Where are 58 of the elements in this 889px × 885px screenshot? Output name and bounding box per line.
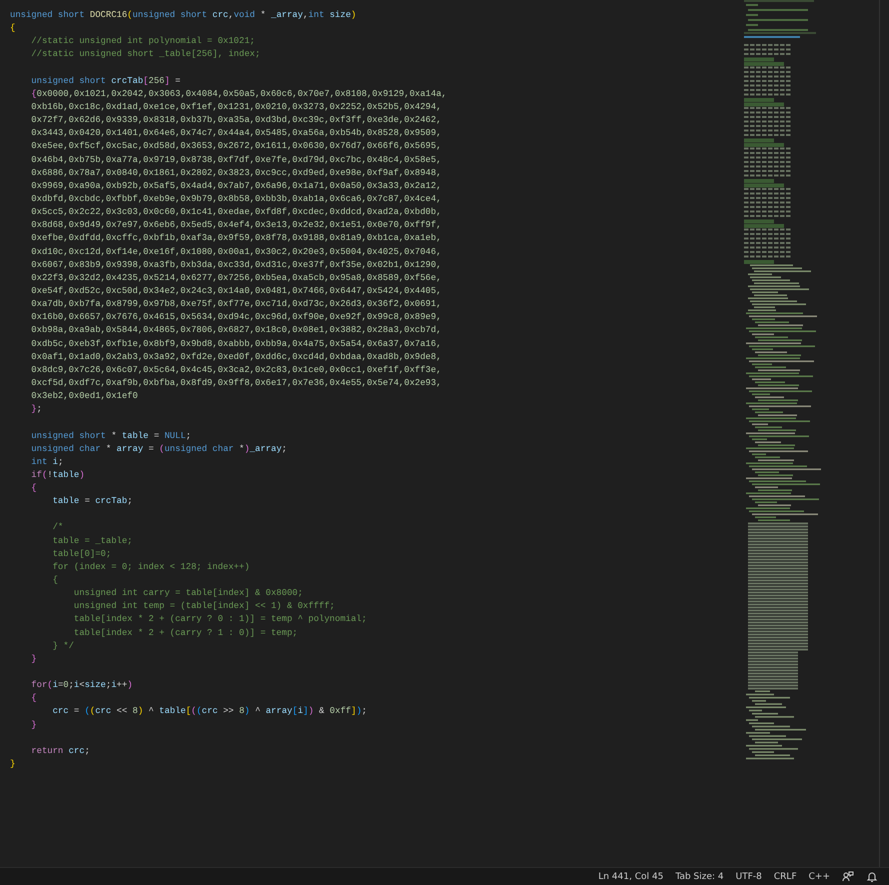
code-line: 0x5cc5,0x2c22,0x3c03,0x0c60,0x1c41,0xedae,0xfd8f,0xcdec,0xddcd,0xad2a,0xbd0b, xyxy=(30,206,442,220)
code-line: 0xd10c,0xc12d,0xf14e,0xe16f,0x1080,0x00a1,0x30c2,0x20e3,0x5004,0x4025,0x7046, xyxy=(30,246,442,259)
code-line: } */ xyxy=(52,640,75,653)
code-line: unsigned int carry = table[index] & 0x8000; xyxy=(72,587,304,600)
code-line: 0x6886,0x78a7,0x0840,0x1861,0x2802,0x3823,0xc9cc,0xd9ed,0xe98e,0xf9af,0x8948, xyxy=(30,166,442,180)
code-line: 0x6067,0x83b9,0x9398,0xa3fb,0xb3da,0xc33d,0xd31c,0xe37f,0xf35e,0x02b1,0x1290, xyxy=(30,258,442,272)
code-line: { xyxy=(52,574,59,588)
code-line: 0xa7db,0xb7fa,0x8799,0x97b8,0xe75f,0xf77e,0xc71d,0xd73c,0x26d3,0x36f2,0x0691, xyxy=(30,298,442,312)
code-line: for(i=0;i<size;i++) xyxy=(30,679,134,692)
code-line: //static unsigned short _table[256], index; xyxy=(30,48,262,62)
status-item[interactable]: Ln 441, Col 45 xyxy=(593,871,668,883)
code-line: 0x46b4,0xb75b,0xa77a,0x9719,0x8738,0xf7df,0xe7fe,0xd79d,0xc7bc,0x48c4,0x58e5, xyxy=(30,154,442,167)
status-item[interactable]: Tab Size: 4 xyxy=(670,871,729,883)
code-line: { xyxy=(30,482,38,496)
status-item[interactable]: CRLF xyxy=(768,871,802,883)
code-line: //static unsigned int polynomial = 0x1021; xyxy=(30,35,256,48)
code-line: 0x72f7,0x62d6,0x9339,0x8318,0xb37b,0xa35a,0xd3bd,0xc39c,0xf3ff,0xe3de,0x2462, xyxy=(30,114,442,128)
code-line: int i; xyxy=(30,456,64,469)
code-line: if(!table) xyxy=(30,468,86,482)
code-line: unsigned short * table = NULL; xyxy=(30,430,192,442)
code-line: 0xdb5c,0xeb3f,0xfb1e,0x8bf9,0x9bd8,0xabbb,0xbb9a,0x4a75,0x5a54,0x6a37,0x7a16, xyxy=(30,338,442,351)
code-line: 0xcf5d,0xdf7c,0xaf9b,0xbfba,0x8fd9,0x9ff8,0x6e17,0x7e36,0x4e55,0x5e74,0x2e93, xyxy=(30,376,442,390)
code-line: { xyxy=(10,22,16,36)
code-line: 0x22f3,0x32d2,0x4235,0x5214,0x6277,0x7256,0xb5ea,0xa5cb,0x95a8,0x8589,0xf56e, xyxy=(30,272,442,285)
code-line: } xyxy=(30,652,38,666)
code-line: for (index = 0; index < 128; index++) xyxy=(52,560,251,574)
code-line: unsigned short crcTab[256] = xyxy=(30,74,182,88)
code-line: table[0]=0; xyxy=(52,548,112,561)
code-line: table[index * 2 + (carry ? 0 : 1)] = temp ^ polynomial; xyxy=(72,613,368,626)
code-line: 0xdbfd,0xcbdc,0xfbbf,0xeb9e,0x9b79,0x8b58,0xbb3b,0xab1a,0x6ca6,0x7c87,0x4ce4, xyxy=(30,192,442,206)
code-line: 0xefbe,0xdfdd,0xcffc,0xbf1b,0xaf3a,0x9f59,0x8f78,0x9188,0x81a9,0xb1ca,0xa1eb, xyxy=(30,232,442,246)
code-line: } xyxy=(30,718,38,732)
code-line: table[index * 2 + (carry ? 1 : 0)] = temp; xyxy=(72,626,299,640)
code-line: 0xb16b,0xc18c,0xd1ad,0xe1ce,0xf1ef,0x1231,0x0210,0x3273,0x2252,0x52b5,0x4294, xyxy=(30,100,442,114)
code-line: 0x9969,0xa90a,0xb92b,0x5af5,0x4ad4,0x7ab7,0x6a96,0x1a71,0x0a50,0x3a33,0x2a12, xyxy=(30,180,442,193)
code-line: 0x3eb2,0x0ed1,0x1ef0 xyxy=(30,390,139,404)
code-line: } xyxy=(10,758,16,772)
code-line: crc = ((crc << 8) ^ table[((crc >> 8) ^ array[i]) & 0xff]); xyxy=(52,705,368,718)
code-line: unsigned int temp = (table[index] << 1) & 0xffff; xyxy=(72,600,336,614)
code-line: }; xyxy=(30,403,43,416)
code-line: 0xe5ee,0xf5cf,0xc5ac,0xd58d,0x3653,0x2672,0x1611,0x0630,0x76d7,0x66f6,0x5695, xyxy=(30,140,442,154)
code-line: table = crcTab; xyxy=(52,495,134,508)
status-item[interactable]: C++ xyxy=(804,871,835,883)
code-line: 0xb98a,0xa9ab,0x5844,0x4865,0x7806,0x6827,0x18c0,0x08e1,0x3882,0x28a3,0xcb7d, xyxy=(30,324,442,338)
code-line: return crc; xyxy=(30,744,91,758)
code-line: 0x8d68,0x9d49,0x7e97,0x6eb6,0x5ed5,0x4ef4,0x3e13,0x2e32,0x1e51,0x0e70,0xff9f, xyxy=(30,219,442,232)
code-line: 0x0af1,0x1ad0,0x2ab3,0x3a92,0xfd2e,0xed0f,0xdd6c,0xcd4d,0xbdaa,0xad8b,0x9de8, xyxy=(30,350,442,364)
code-line: table = _table; xyxy=(52,534,134,548)
code-line: {0x0000,0x1021,0x2042,0x3063,0x4084,0x50a5,0x60c6,0x70e7,0x8108,0x9129,0xa14a, xyxy=(30,88,448,101)
status-item[interactable]: UTF-8 xyxy=(730,871,767,883)
code-line: 0xe54f,0xd52c,0xc50d,0x34e2,0x24c3,0x14a0,0x0481,0x7466,0x6447,0x5424,0x4405, xyxy=(30,284,442,298)
code-line: 0x16b0,0x6657,0x7676,0x4615,0x5634,0xd94c,0xc96d,0xf90e,0xe92f,0x99c8,0x89e9, xyxy=(30,311,442,324)
code-line: /* xyxy=(52,521,64,534)
code-line: { xyxy=(30,692,38,706)
code-line: 0x3443,0x0420,0x1401,0x64e6,0x74c7,0x44a4,0x5485,0xa56a,0xb54b,0x8528,0x9509, xyxy=(30,127,442,140)
code-line: 0x8dc9,0x7c26,0x6c07,0x5c64,0x4c45,0x3ca2,0x2c83,0x1ce0,0x0cc1,0xef1f,0xff3e, xyxy=(30,364,442,377)
code-line: unsigned char * array = (unsigned char *)_array; xyxy=(30,442,288,456)
code-line: unsigned short DOCRC16(unsigned short crc,void * _array,int size) xyxy=(10,9,358,22)
